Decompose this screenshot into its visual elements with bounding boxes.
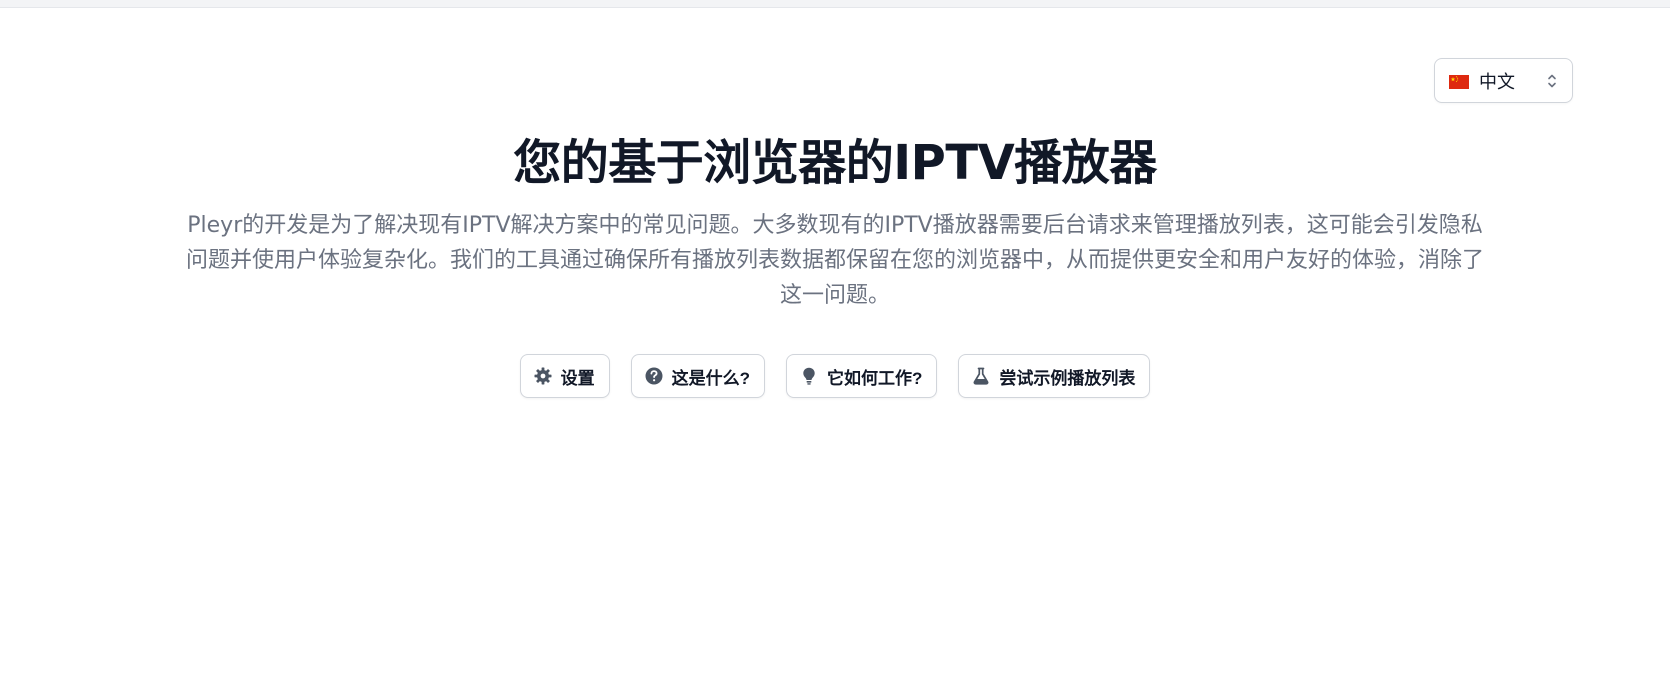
gear-icon xyxy=(533,366,553,386)
action-buttons: 设置 这是什么? 它如何工作? 尝试示例播放列表 xyxy=(0,354,1670,398)
page-description: Pleyr的开发是为了解决现有IPTV解决方案中的常见问题。大多数现有的IPTV… xyxy=(185,213,1484,308)
page-title: 您的基于浏览器的IPTV播放器 xyxy=(513,135,1157,191)
try-sample-playlist-button-label: 尝试示例播放列表 xyxy=(999,368,1136,388)
how-it-works-button[interactable]: 它如何工作? xyxy=(786,354,938,398)
flask-icon xyxy=(971,366,991,386)
language-select-label: 中文 xyxy=(1479,71,1515,93)
question-circle-icon xyxy=(644,366,664,386)
try-sample-playlist-button[interactable]: 尝试示例播放列表 xyxy=(958,354,1151,398)
china-flag-icon xyxy=(1449,74,1469,89)
settings-button[interactable]: 设置 xyxy=(519,354,610,398)
what-is-this-button-label: 这是什么? xyxy=(671,368,750,388)
top-bar xyxy=(0,0,1670,8)
lightbulb-icon xyxy=(799,366,819,386)
settings-button-label: 设置 xyxy=(560,368,595,388)
how-it-works-button-label: 它如何工作? xyxy=(827,368,923,388)
chevron-up-down-icon xyxy=(1546,72,1558,90)
language-select[interactable]: 中文 xyxy=(1434,58,1573,103)
what-is-this-button[interactable]: 这是什么? xyxy=(630,354,765,398)
